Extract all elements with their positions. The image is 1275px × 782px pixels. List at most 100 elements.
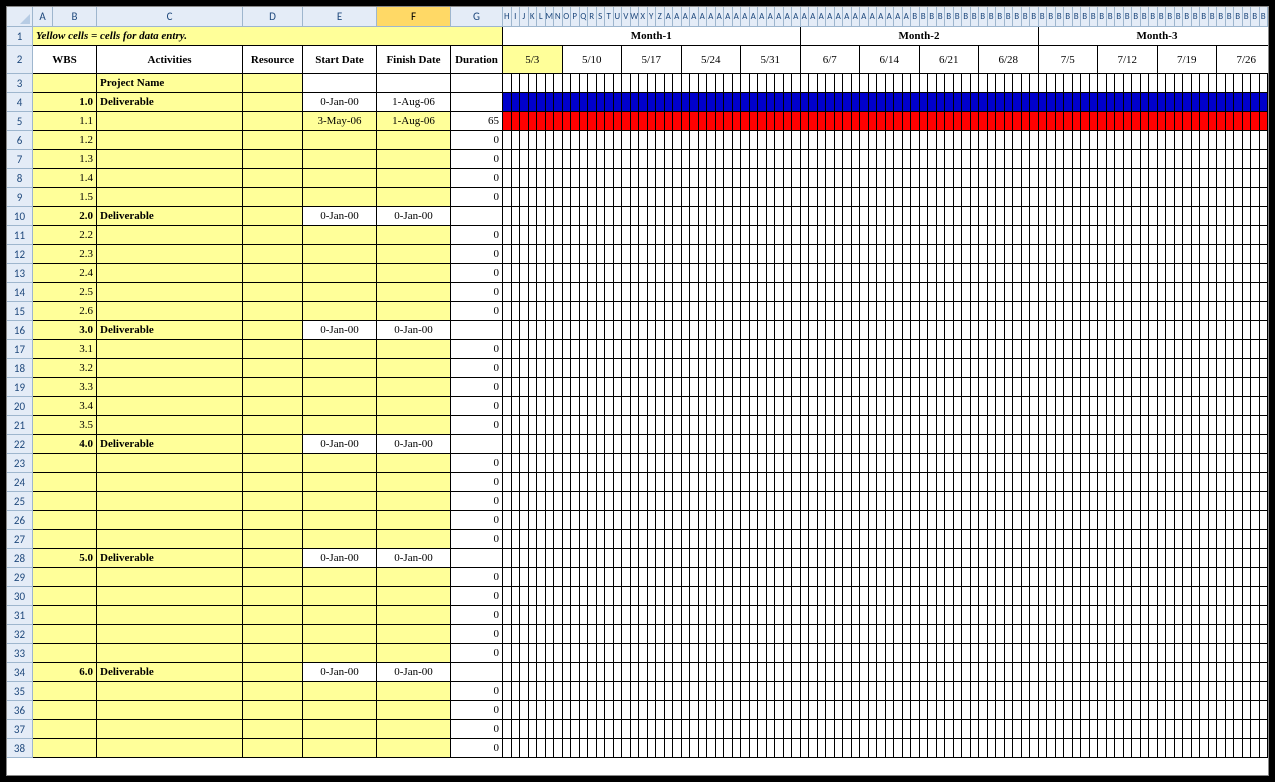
timeline-cell[interactable] — [512, 283, 521, 302]
timeline-cell[interactable] — [877, 340, 886, 359]
timeline-cell[interactable] — [1234, 454, 1243, 473]
timeline-cell[interactable] — [1158, 397, 1167, 416]
timeline-cell[interactable] — [945, 226, 954, 245]
timeline-cell[interactable] — [639, 530, 648, 549]
timeline-cell[interactable] — [1056, 625, 1065, 644]
timeline-cell[interactable] — [979, 169, 988, 188]
activity-cell[interactable] — [97, 473, 243, 492]
timeline-cell[interactable] — [894, 378, 903, 397]
timeline-cell[interactable] — [852, 226, 861, 245]
timeline-cell[interactable] — [656, 473, 665, 492]
timeline-cell[interactable] — [894, 416, 903, 435]
timeline-cell[interactable] — [1056, 112, 1065, 131]
timeline-cell[interactable] — [784, 169, 793, 188]
timeline-cell[interactable] — [554, 701, 563, 720]
timeline-cell[interactable] — [1107, 739, 1116, 758]
timeline-cell[interactable] — [1107, 606, 1116, 625]
timeline-cell[interactable] — [1141, 454, 1150, 473]
timeline-cell[interactable] — [1005, 74, 1014, 93]
timeline-cell[interactable] — [801, 663, 810, 682]
timeline-cell[interactable] — [1115, 264, 1124, 283]
timeline-cell[interactable] — [1107, 682, 1116, 701]
timeline-cell[interactable] — [554, 473, 563, 492]
timeline-cell[interactable] — [979, 416, 988, 435]
timeline-cell[interactable] — [1149, 359, 1158, 378]
timeline-cell[interactable] — [801, 473, 810, 492]
timeline-cell[interactable] — [877, 112, 886, 131]
timeline-cell[interactable] — [1217, 682, 1226, 701]
timeline-cell[interactable] — [954, 188, 963, 207]
timeline-cell[interactable] — [707, 701, 716, 720]
timeline-cell[interactable] — [529, 739, 538, 758]
timeline-cell[interactable] — [1183, 663, 1192, 682]
timeline-cell[interactable] — [1158, 416, 1167, 435]
timeline-cell[interactable] — [1098, 587, 1107, 606]
timeline-cell[interactable] — [639, 150, 648, 169]
timeline-cell[interactable] — [1149, 549, 1158, 568]
timeline-cell[interactable] — [1090, 226, 1099, 245]
timeline-cell[interactable] — [1251, 150, 1260, 169]
timeline-cell[interactable] — [1260, 112, 1269, 131]
timeline-cell[interactable] — [1056, 378, 1065, 397]
timeline-cell[interactable] — [1234, 549, 1243, 568]
timeline-cell[interactable] — [1107, 587, 1116, 606]
row-header-10[interactable]: 10 — [7, 207, 33, 226]
timeline-cell[interactable] — [1132, 283, 1141, 302]
timeline-cell[interactable] — [588, 169, 597, 188]
finish-date-cell[interactable] — [377, 188, 451, 207]
timeline-cell[interactable] — [699, 492, 708, 511]
timeline-cell[interactable] — [894, 226, 903, 245]
timeline-cell[interactable] — [869, 568, 878, 587]
timeline-cell[interactable] — [767, 682, 776, 701]
timeline-cell[interactable] — [979, 321, 988, 340]
timeline-cell[interactable] — [886, 720, 895, 739]
timeline-cell[interactable] — [733, 245, 742, 264]
timeline-cell[interactable] — [1013, 682, 1022, 701]
timeline-cell[interactable] — [1234, 663, 1243, 682]
timeline-cell[interactable] — [520, 226, 529, 245]
timeline-cell[interactable] — [894, 245, 903, 264]
timeline-cell[interactable] — [631, 264, 640, 283]
timeline-cell[interactable] — [1243, 150, 1252, 169]
timeline-cell[interactable] — [1243, 606, 1252, 625]
col-header-small[interactable]: A — [741, 7, 750, 27]
timeline-cell[interactable] — [699, 530, 708, 549]
timeline-cell[interactable] — [784, 283, 793, 302]
timeline-cell[interactable] — [682, 93, 691, 112]
timeline-cell[interactable] — [554, 606, 563, 625]
timeline-cell[interactable] — [690, 169, 699, 188]
timeline-cell[interactable] — [988, 264, 997, 283]
timeline-cell[interactable] — [1013, 739, 1022, 758]
timeline-cell[interactable] — [673, 739, 682, 758]
timeline-cell[interactable] — [1226, 473, 1235, 492]
timeline-cell[interactable] — [835, 416, 844, 435]
timeline-cell[interactable] — [580, 150, 589, 169]
timeline-cell[interactable] — [1251, 283, 1260, 302]
timeline-cell[interactable] — [1183, 188, 1192, 207]
timeline-cell[interactable] — [1209, 739, 1218, 758]
timeline-cell[interactable] — [860, 188, 869, 207]
timeline-cell[interactable] — [716, 625, 725, 644]
timeline-cell[interactable] — [554, 739, 563, 758]
timeline-cell[interactable] — [1047, 625, 1056, 644]
timeline-cell[interactable] — [1209, 340, 1218, 359]
timeline-cell[interactable] — [792, 283, 801, 302]
timeline-cell[interactable] — [928, 416, 937, 435]
timeline-cell[interactable] — [1183, 283, 1192, 302]
timeline-cell[interactable] — [826, 302, 835, 321]
timeline-cell[interactable] — [571, 549, 580, 568]
timeline-cell[interactable] — [724, 321, 733, 340]
timeline-cell[interactable] — [512, 511, 521, 530]
timeline-cell[interactable] — [724, 663, 733, 682]
timeline-cell[interactable] — [716, 739, 725, 758]
timeline-cell[interactable] — [1039, 378, 1048, 397]
timeline-cell[interactable] — [665, 644, 674, 663]
timeline-cell[interactable] — [1115, 492, 1124, 511]
timeline-cell[interactable] — [665, 207, 674, 226]
wbs-cell[interactable] — [33, 644, 97, 663]
timeline-cell[interactable] — [682, 511, 691, 530]
timeline-cell[interactable] — [971, 606, 980, 625]
timeline-cell[interactable] — [988, 131, 997, 150]
timeline-cell[interactable] — [979, 302, 988, 321]
timeline-cell[interactable] — [699, 188, 708, 207]
